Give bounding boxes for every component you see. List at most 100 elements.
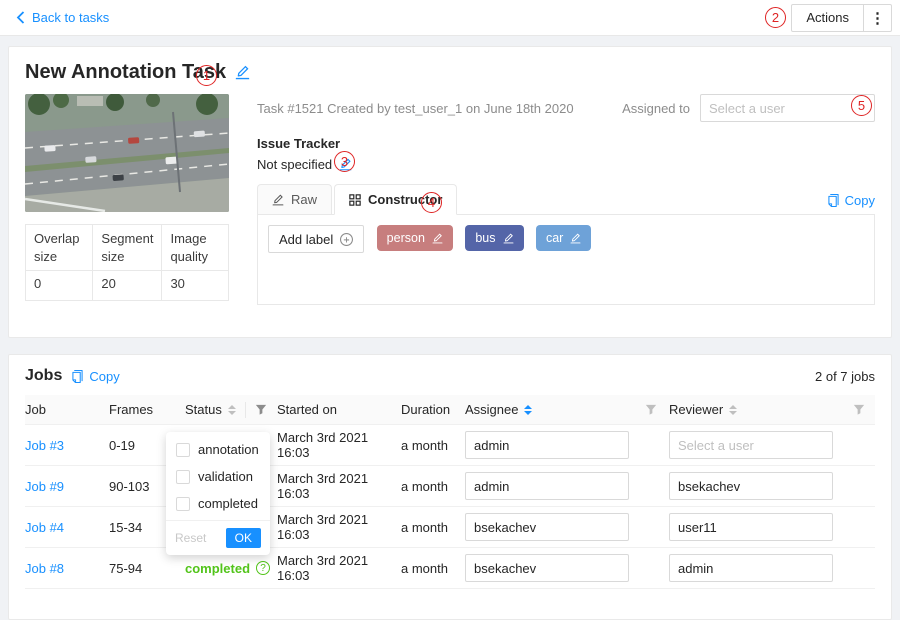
page: Back to tasks Actions ⋮ New Annotation T… <box>0 0 900 590</box>
task-body: Overlap size Segment size Image quality … <box>25 94 875 305</box>
plus-circle-icon <box>340 233 353 246</box>
filter-option-annotation[interactable]: annotation <box>166 436 270 463</box>
checkbox[interactable] <box>176 470 190 484</box>
duration-cell: a month <box>401 520 465 535</box>
copy-labels-link[interactable]: Copy <box>827 193 875 214</box>
edit-label-icon[interactable] <box>570 233 581 244</box>
filter-reset-button[interactable]: Reset <box>175 531 206 545</box>
table-row: Job #4 15-34 March 3rd 2021 16:03 a mont… <box>25 507 875 548</box>
add-label-button[interactable]: Add label <box>268 225 364 253</box>
callout-4: 4 <box>421 192 442 213</box>
copy-labels-label: Copy <box>845 193 875 208</box>
chevron-left-icon <box>16 11 25 24</box>
jobs-card: Jobs Copy 2 of 7 jobs Job Frames Status … <box>8 354 892 620</box>
column-header-status: Status <box>185 402 245 417</box>
filter-option-completed[interactable]: completed <box>166 490 270 517</box>
assignee-filter-icon[interactable] <box>645 404 657 416</box>
param-header-segment: Segment size <box>93 225 162 271</box>
started-cell: March 3rd 2021 16:03 <box>277 471 401 501</box>
issue-tracker-value: Not specified <box>257 157 332 172</box>
actions-button-group: Actions ⋮ <box>791 4 892 32</box>
actions-menu-button[interactable]: ⋮ <box>864 4 892 32</box>
labels-editor: Add label person bus car <box>257 215 875 305</box>
edit-label-icon[interactable] <box>503 233 514 244</box>
copy-jobs-label: Copy <box>89 369 119 384</box>
assignee-sort-icon[interactable] <box>524 405 532 415</box>
callout-5: 5 <box>851 95 872 116</box>
job-link[interactable]: Job #9 <box>25 479 64 494</box>
status-filter-dropdown: annotation validation completed Reset OK <box>166 432 270 555</box>
tab-raw[interactable]: Raw <box>257 184 332 214</box>
status-sort-icon[interactable] <box>228 405 236 415</box>
jobs-header: Jobs Copy 2 of 7 jobs <box>25 367 875 385</box>
checkbox[interactable] <box>176 497 190 511</box>
task-assignee-input[interactable] <box>700 94 875 122</box>
task-params-table: Overlap size Segment size Image quality … <box>25 224 229 301</box>
back-to-tasks-link[interactable]: Back to tasks <box>16 10 109 25</box>
actions-button[interactable]: Actions <box>791 4 864 32</box>
labels-tabs: Raw Constructor Copy <box>257 184 875 215</box>
column-header-frames: Frames <box>109 402 185 417</box>
assignee-filter-cell <box>645 404 669 416</box>
duration-cell: a month <box>401 438 465 453</box>
reviewer-sort-icon[interactable] <box>729 405 737 415</box>
column-divider <box>245 402 246 418</box>
param-header-quality: Image quality <box>162 225 229 271</box>
status-filter-icon[interactable] <box>255 404 267 416</box>
column-header-duration: Duration <box>401 402 465 417</box>
job-link[interactable]: Job #8 <box>25 561 64 576</box>
label-chip-person[interactable]: person <box>377 225 453 251</box>
job-reviewer-input[interactable] <box>669 513 833 541</box>
job-assignee-input[interactable] <box>465 513 629 541</box>
frames-cell: 75-94 <box>109 561 185 576</box>
status-filter-cell <box>245 402 277 418</box>
column-header-started: Started on <box>277 402 401 417</box>
checkbox[interactable] <box>176 443 190 457</box>
assigned-to-group: Assigned to <box>622 94 875 122</box>
job-reviewer-input[interactable] <box>669 472 833 500</box>
param-value-overlap: 0 <box>26 271 93 301</box>
filter-option-validation[interactable]: validation <box>166 463 270 490</box>
column-header-reviewer: Reviewer <box>669 402 853 417</box>
filter-footer: Reset OK <box>166 520 270 555</box>
callout-3: 3 <box>334 151 355 172</box>
edit-title-icon[interactable] <box>235 65 250 80</box>
copy-icon <box>71 370 84 383</box>
label-chip-bus[interactable]: bus <box>465 225 523 251</box>
job-link[interactable]: Job #3 <box>25 438 64 453</box>
job-assignee-input[interactable] <box>465 472 629 500</box>
issue-tracker-label: Issue Tracker <box>257 136 875 151</box>
jobs-title: Jobs <box>25 367 62 385</box>
started-cell: March 3rd 2021 16:03 <box>277 430 401 460</box>
job-reviewer-input[interactable] <box>669 431 833 459</box>
duration-cell: a month <box>401 561 465 576</box>
started-cell: March 3rd 2021 16:03 <box>277 553 401 583</box>
table-row: Job #8 75-94 completed ? March 3rd 2021 … <box>25 548 875 589</box>
job-link[interactable]: Job #4 <box>25 520 64 535</box>
callout-2: 2 <box>765 7 786 28</box>
filter-ok-button[interactable]: OK <box>226 528 261 548</box>
param-value-segment: 20 <box>93 271 162 301</box>
job-assignee-input[interactable] <box>465 431 629 459</box>
label-chip-person-name: person <box>387 231 425 245</box>
table-row: Job #3 0-19 March 3rd 2021 16:03 a month <box>25 425 875 466</box>
edit-label-icon[interactable] <box>432 233 443 244</box>
reviewer-filter-icon[interactable] <box>853 404 865 416</box>
task-right-column: Task #1521 Created by test_user_1 on Jun… <box>257 94 875 305</box>
label-chip-car[interactable]: car <box>536 225 591 251</box>
started-cell: March 3rd 2021 16:03 <box>277 512 401 542</box>
tab-raw-label: Raw <box>291 192 317 207</box>
param-value-quality: 30 <box>162 271 229 301</box>
task-meta: Task #1521 Created by test_user_1 on Jun… <box>257 101 574 116</box>
copy-jobs-link[interactable]: Copy <box>71 369 119 384</box>
add-label-text: Add label <box>279 232 333 247</box>
pencil-icon <box>272 194 284 206</box>
back-to-tasks-label: Back to tasks <box>32 10 109 25</box>
status-help-icon[interactable]: ? <box>256 561 270 575</box>
job-reviewer-input[interactable] <box>669 554 833 582</box>
param-header-overlap: Overlap size <box>26 225 93 271</box>
table-row: Job #9 90-103 March 3rd 2021 16:03 a mon… <box>25 466 875 507</box>
task-meta-row: Task #1521 Created by test_user_1 on Jun… <box>257 94 875 122</box>
job-assignee-input[interactable] <box>465 554 629 582</box>
constructor-icon <box>349 194 361 206</box>
